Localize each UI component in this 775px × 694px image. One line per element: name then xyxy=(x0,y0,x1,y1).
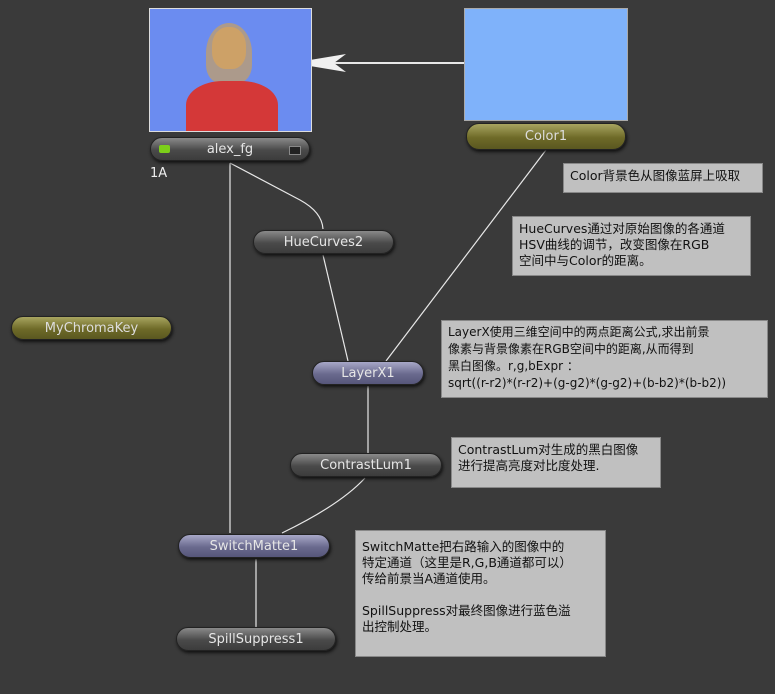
node-color1[interactable]: Color1 xyxy=(466,123,626,150)
node-label: Color1 xyxy=(524,129,568,144)
wire-alex-huecurves xyxy=(229,162,324,230)
node-label: MyChromaKey xyxy=(44,320,139,336)
node-label: HueCurves2 xyxy=(283,234,364,250)
note-layerx: LayerX使用三维空间中的两点距离公式,求出前景 像素与背景像素在RGB空间中… xyxy=(441,320,768,398)
image-icon xyxy=(159,145,170,153)
node-alex-fg[interactable]: alex_fg xyxy=(150,137,310,161)
alex-fg-thumbnail[interactable] xyxy=(149,8,312,132)
person-hair xyxy=(206,23,252,83)
node-mychromakey[interactable]: MyChromaKey xyxy=(11,316,172,340)
note-switchmatte: SwitchMatte把右路输入的图像中的 特定通道（这里是R,G,B通道都可以… xyxy=(355,530,606,657)
node-spillsuppress1[interactable]: SpillSuppress1 xyxy=(176,627,336,651)
node-huecurves2[interactable]: HueCurves2 xyxy=(253,230,394,254)
node-label: ContrastLum1 xyxy=(320,457,412,473)
wire-huecurves-layerx xyxy=(322,254,349,362)
wire-contrastlum-switchmatte xyxy=(281,477,366,534)
color-swatch[interactable] xyxy=(464,8,628,121)
node-label: SwitchMatte1 xyxy=(209,538,299,554)
node-label: alex_fg xyxy=(206,141,254,157)
person-shirt xyxy=(186,81,278,131)
node-switchmatte1[interactable]: SwitchMatte1 xyxy=(178,534,330,558)
note-contrastlum: ContrastLum对生成的黑白图像 进行提高亮度对比度处理. xyxy=(451,437,661,488)
node-layerx1[interactable]: LayerX1 xyxy=(312,361,424,385)
note-huecurves: HueCurves通过对原始图像的各通道 HSV曲线的调节，改变图像在RGB 空… xyxy=(512,216,751,276)
node-contrastlum1[interactable]: ContrastLum1 xyxy=(290,453,442,477)
node-label: LayerX1 xyxy=(341,365,395,381)
note-color: Color背景色从图像蓝屏上吸取 xyxy=(563,163,763,193)
viewer-icon[interactable] xyxy=(289,146,301,155)
channel-label: 1A xyxy=(150,166,168,181)
node-label: SpillSuppress1 xyxy=(208,631,304,647)
